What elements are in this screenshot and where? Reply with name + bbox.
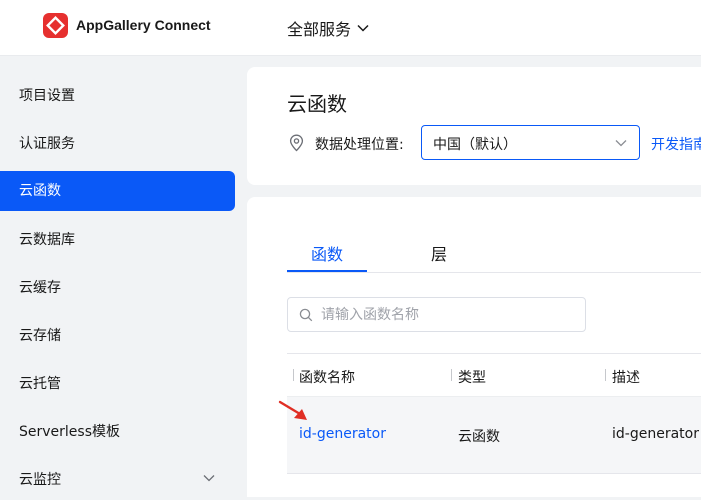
sidebar-item-label: 云缓存 [19,280,61,296]
sidebar-item-label: 认证服务 [19,136,75,152]
column-divider [451,369,452,381]
page-title: 云函数 [287,92,347,116]
sidebar-item-label: 云函数 [19,183,61,199]
sidebar-item-label: 云监控 [19,472,61,488]
function-description-cell: id-generator [612,426,699,442]
red-arrow-annotation-icon [278,400,307,420]
function-type-cell: 云函数 [458,429,500,445]
sidebar-item-cloud-db[interactable]: 云数据库 [0,220,235,260]
sidebar-item-label: 云存储 [19,328,61,344]
search-icon [299,308,313,322]
sidebar-item-cloud-storage[interactable]: 云存储 [0,316,235,356]
active-tab-indicator [287,270,367,272]
chevron-down-icon [203,475,215,482]
sidebar-item-label: 项目设置 [19,88,75,104]
sidebar-item-auth-service[interactable]: 认证服务 [0,124,235,164]
sidebar-item-cloud-functions[interactable]: 云函数 [0,171,235,211]
data-location-value: 中国（默认） [433,137,517,153]
dev-guide-link[interactable]: 开发指南 [651,134,701,154]
sidebar-item-cloud-monitoring[interactable]: 云监控 [0,460,235,500]
huawei-agc-logo-icon[interactable] [43,13,68,38]
location-pin-icon [289,134,304,152]
data-location-select[interactable]: 中国（默认） [421,125,640,160]
tab-functions[interactable]: 函数 [311,241,343,265]
search-input[interactable] [319,303,578,327]
column-header-type[interactable]: 类型 [458,367,486,387]
column-divider [605,369,606,381]
sidebar-item-label: 云数据库 [19,232,75,248]
all-services-menu[interactable]: 全部服务 [287,16,369,40]
column-divider [293,369,294,381]
data-location-label: 数据处理位置: [315,137,404,153]
all-services-label: 全部服务 [287,20,352,39]
brand-name[interactable]: AppGallery Connect [76,17,211,33]
sidebar-item-serverless-templates[interactable]: Serverless模板 [0,412,235,452]
tab-divider [287,272,701,273]
sidebar-item-cloud-cache[interactable]: 云缓存 [0,268,235,308]
sidebar-item-cloud-hosting[interactable]: 云托管 [0,364,235,404]
sidebar-item-label: Serverless模板 [19,424,121,440]
table-header-divider [287,353,701,354]
tab-layers[interactable]: 层 [431,241,447,265]
function-name-link[interactable]: id-generator [299,426,386,442]
column-header-name[interactable]: 函数名称 [299,367,355,387]
sidebar-item-project-settings[interactable]: 项目设置 [0,76,235,116]
column-header-description[interactable]: 描述 [612,367,640,387]
function-search [287,297,586,332]
sidebar-item-label: 云托管 [19,376,61,392]
top-bar: AppGallery Connect 全部服务 [0,0,701,56]
chevron-down-icon [357,24,369,32]
chevron-down-icon [615,140,627,147]
